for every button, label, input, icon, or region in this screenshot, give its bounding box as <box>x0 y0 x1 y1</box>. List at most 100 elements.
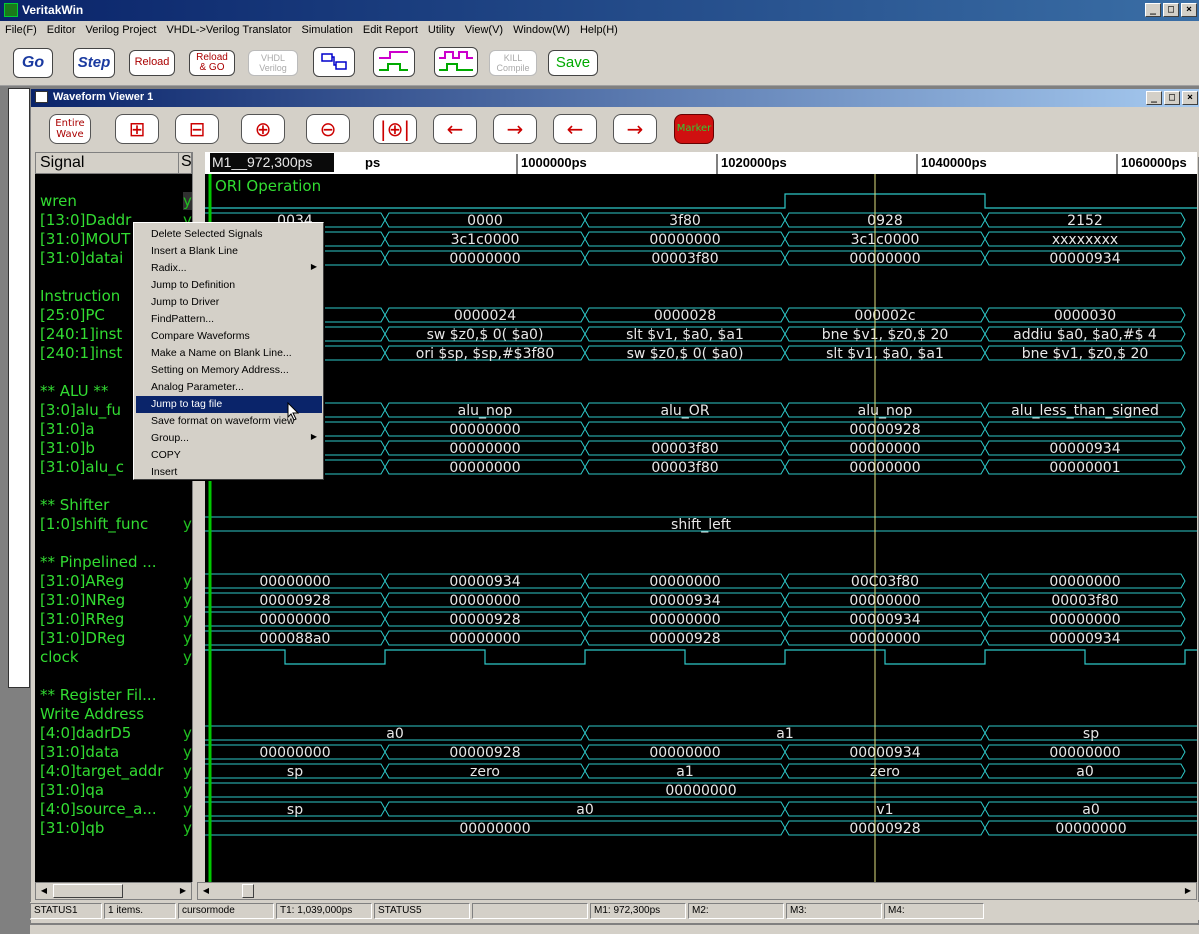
zoom-in-button[interactable]: ⊕ <box>241 114 285 144</box>
waveform-button[interactable] <box>373 47 415 77</box>
zoom-out-button[interactable]: ⊖ <box>306 114 350 144</box>
signal-row[interactable]: [13:0]Daddr <box>40 211 131 229</box>
signal-value-flag: y <box>183 515 192 533</box>
signal-row[interactable]: ** Shifter <box>40 496 109 514</box>
signal-row[interactable]: [31:0]RReg <box>40 610 124 628</box>
step-button[interactable]: Step <box>73 48 115 78</box>
scroll-right-button[interactable]: → <box>493 114 537 144</box>
menu-window[interactable]: Window(W) <box>508 21 575 36</box>
kill-compile-button[interactable]: KILL Compile <box>489 50 537 76</box>
context-menu-item[interactable]: Radix... ▶ <box>136 260 322 277</box>
scroll-left-button[interactable]: ← <box>433 114 477 144</box>
maximize-button[interactable]: □ <box>1163 3 1179 17</box>
entire-wave-button[interactable]: Entire Wave <box>49 114 91 144</box>
signal-row[interactable]: ** Register Fil... <box>40 686 156 704</box>
reload-button[interactable]: Reload <box>129 50 175 76</box>
multi-waveform-icon <box>439 51 473 71</box>
signal-row[interactable]: [31:0]AReg <box>40 572 124 590</box>
signal-row[interactable]: Write Address <box>40 705 144 723</box>
signal-row[interactable]: [31:0]b <box>40 439 95 457</box>
signal-row[interactable]: [4:0]source_a... <box>40 800 157 818</box>
signal-row[interactable]: [240:1]inst <box>40 325 122 343</box>
wv-maximize-button[interactable]: □ <box>1164 91 1180 105</box>
context-menu-item[interactable]: Make a Name on Blank Line... <box>136 345 322 362</box>
scroll-left-arrow-icon[interactable]: ◀ <box>199 884 213 898</box>
wv-minimize-button[interactable]: _ <box>1146 91 1162 105</box>
signal-row[interactable]: [31:0]a <box>40 420 95 438</box>
context-menu-item-label: Delete Selected Signals <box>151 228 263 240</box>
zoom-out-box-button[interactable]: ⊟ <box>175 114 219 144</box>
signal-row[interactable]: [31:0]data <box>40 743 119 761</box>
status-1: STATUS1 <box>30 903 102 919</box>
menu-simulation[interactable]: Simulation <box>297 21 358 36</box>
bus-value: 00000000 <box>1049 612 1120 628</box>
marker-button[interactable]: Marker <box>674 114 714 144</box>
signal-row[interactable]: [1:0]shift_func <box>40 515 148 533</box>
close-button[interactable]: × <box>1181 3 1197 17</box>
context-menu-item[interactable]: Compare Waveforms <box>136 328 322 345</box>
context-menu-item[interactable]: Group... ▶ <box>136 430 322 447</box>
go-button[interactable]: Go <box>13 48 53 78</box>
signal-row[interactable]: clock <box>40 648 79 666</box>
signal-value-flag: y <box>183 762 192 780</box>
reload-go-button[interactable]: Reload & GO <box>189 50 235 76</box>
signal-row[interactable]: [4:0]target_addr <box>40 762 163 780</box>
context-menu-item[interactable]: Delete Selected Signals <box>136 226 322 243</box>
vhdl-verilog-button[interactable]: VHDL Verilog <box>248 50 298 76</box>
menu-vhdl-translator[interactable]: VHDL->Verilog Translator <box>161 21 296 36</box>
menu-view[interactable]: View(V) <box>460 21 508 36</box>
waveform-scrollbar[interactable]: ◀ ▶ <box>197 882 1197 900</box>
signal-row[interactable]: [31:0]qb <box>40 819 104 837</box>
context-menu-item[interactable]: Insert <box>136 464 322 481</box>
signal-name: [4:0]source_a... <box>40 800 157 818</box>
wv-close-button[interactable]: × <box>1182 91 1198 105</box>
scroll-right-arrow-icon[interactable]: ▶ <box>1181 884 1195 898</box>
signal-row[interactable]: [31:0]DReg <box>40 629 125 647</box>
context-menu-item[interactable]: Insert a Blank Line <box>136 243 322 260</box>
waveform-scroll-thumb[interactable] <box>242 884 254 898</box>
context-menu-item[interactable]: Jump to Driver <box>136 294 322 311</box>
waveform-canvas[interactable]: 1000000ps 1020000ps 1040000ps 1060000ps ps M1… <box>205 152 1197 882</box>
next-edge-button[interactable]: → <box>613 114 657 144</box>
zoom-cursor-button[interactable]: |⊕| <box>373 114 417 144</box>
signal-row[interactable]: ** Pinpelined ... <box>40 553 157 571</box>
signal-row[interactable]: [240:1]inst <box>40 344 122 362</box>
signal-row[interactable]: [3:0]alu_fu <box>40 401 121 419</box>
menu-verilog-project[interactable]: Verilog Project <box>81 21 162 36</box>
context-menu-item[interactable]: COPY <box>136 447 322 464</box>
zoom-in-box-button[interactable]: ⊞ <box>115 114 159 144</box>
menu-editor[interactable]: Editor <box>42 21 81 36</box>
signal-row[interactable]: [31:0]datai <box>40 249 123 267</box>
signal-row[interactable]: [4:0]dadrD5 <box>40 724 131 742</box>
signal-scroll-thumb[interactable] <box>53 884 123 898</box>
menu-edit-report[interactable]: Edit Report <box>358 21 423 36</box>
context-menu-item[interactable]: Analog Parameter... <box>136 379 322 396</box>
scroll-right-arrow-icon[interactable]: ▶ <box>176 884 190 898</box>
signal-row[interactable]: [31:0]alu_c <box>40 458 124 476</box>
signal-row[interactable]: [31:0]NReg <box>40 591 125 609</box>
bus-value: 3c1c0000 <box>451 232 520 248</box>
save-button[interactable]: Save <box>548 50 598 76</box>
signal-row[interactable]: [31:0]qa <box>40 781 104 799</box>
scroll-left-arrow-icon[interactable]: ◀ <box>37 884 51 898</box>
multi-waveform-button[interactable] <box>434 47 478 77</box>
menu-file[interactable]: File(F) <box>0 21 42 36</box>
signal-row[interactable]: wren <box>40 192 77 210</box>
signal-row[interactable]: [31:0]MOUT <box>40 230 130 248</box>
bus-value: a0 <box>1076 764 1094 780</box>
signal-row[interactable]: [25:0]PC <box>40 306 105 324</box>
signal-row[interactable]: ** ALU ** <box>40 382 108 400</box>
menu-utility[interactable]: Utility <box>423 21 460 36</box>
signal-name: [240:1]inst <box>40 344 123 362</box>
minimize-button[interactable]: _ <box>1145 3 1161 17</box>
signal-row[interactable]: Instruction <box>40 287 120 305</box>
signal-scrollbar[interactable]: ◀ ▶ <box>35 882 192 900</box>
context-menu-item[interactable]: Jump to Definition <box>136 277 322 294</box>
context-menu-item[interactable]: Setting on Memory Address... <box>136 362 322 379</box>
menu-help[interactable]: Help(H) <box>575 21 623 36</box>
prev-edge-button[interactable]: ← <box>553 114 597 144</box>
hierarchy-button[interactable] <box>313 47 355 77</box>
signal-name: Write Address <box>40 705 145 723</box>
context-menu-item[interactable]: FindPattern... <box>136 311 322 328</box>
zoom-in-box-icon: ⊞ <box>128 117 146 141</box>
